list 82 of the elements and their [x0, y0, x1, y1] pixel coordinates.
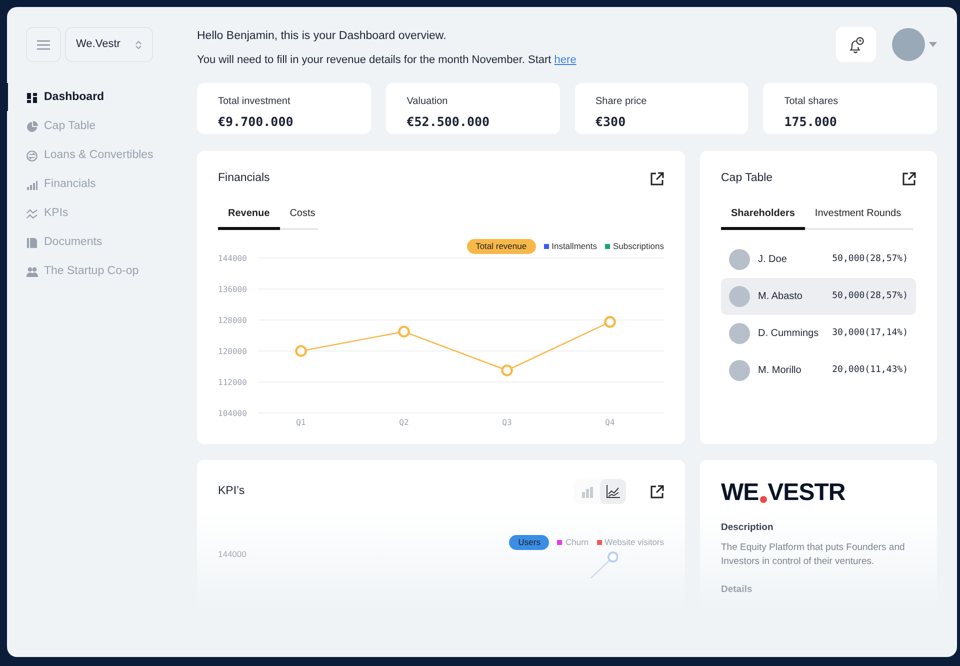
share-count: 50,000(28,57%)	[832, 290, 908, 303]
shareholder-name: M. Abasto	[758, 290, 802, 304]
stat-label: Total shares	[784, 95, 840, 109]
shareholder-row[interactable]: M. Morillo 20,000(11,43%)	[721, 352, 916, 390]
menu-button[interactable]	[26, 27, 61, 62]
card-title: Cap Table	[721, 171, 773, 186]
document-icon	[26, 236, 38, 248]
avatar	[729, 323, 750, 344]
stat-value: 175.000	[784, 113, 838, 131]
faded-line-drawing	[588, 550, 618, 581]
y-axis-label: 128000	[218, 316, 247, 325]
stat-value: €9.700.000	[218, 113, 294, 131]
here-link[interactable]: here	[554, 54, 576, 66]
description-text: The Equity Platform that puts Founders and Investors in control of their ventures.	[721, 541, 906, 570]
y-axis-label: 144000	[218, 548, 246, 560]
greeting-text: Hello Benjamin, this is your Dashboard overview.	[197, 29, 448, 44]
x-axis-label: Q2	[399, 418, 409, 427]
tab[interactable]: Revenue	[218, 206, 280, 230]
data-point[interactable]	[501, 364, 513, 376]
stat-label: Valuation	[406, 95, 449, 109]
external-link-icon	[650, 484, 664, 498]
x-axis-label: Q3	[502, 418, 512, 427]
x-axis-label: Q1	[296, 418, 306, 427]
section-heading: Details	[721, 583, 754, 598]
shareholder-row[interactable]: D. Cummings 30,000(17,14%)	[721, 315, 916, 352]
people-icon	[26, 266, 38, 278]
share-count: 50,000(28,57%)	[832, 253, 908, 266]
legend-item[interactable]: Subscriptions	[604, 240, 664, 253]
shareholder-row[interactable]: J. Doe 50,000(28,57%)	[721, 241, 916, 278]
chart-view-button[interactable]	[600, 479, 626, 504]
line-chart-icon	[606, 485, 620, 498]
avatar[interactable]	[892, 28, 925, 61]
card-title: KPI’s	[218, 484, 245, 499]
signal-bars-icon	[26, 178, 38, 190]
shareholder-name: M. Morillo	[758, 364, 802, 378]
stat-label: Share price	[596, 95, 648, 109]
legend-item[interactable]: Installments	[544, 240, 597, 253]
data-point[interactable]	[398, 326, 410, 338]
section-heading: Description	[721, 521, 774, 535]
bar-chart-icon	[580, 486, 594, 498]
shareholder-name: J. Doe	[758, 253, 787, 268]
menu-icon	[37, 40, 50, 50]
card-title: Financials	[218, 171, 270, 186]
shareholder-name: D. Cummings	[758, 327, 819, 342]
avatar	[729, 249, 750, 270]
cycle-icon	[26, 150, 38, 162]
external-link-icon	[650, 172, 664, 186]
external-link-icon	[902, 172, 916, 186]
expand-button[interactable]	[650, 172, 664, 186]
company-selector[interactable]: We.Vestr	[65, 27, 153, 62]
tab[interactable]: Shareholders	[721, 206, 805, 230]
tab[interactable]: Costs	[280, 206, 326, 230]
company-logo: WE VESTR	[721, 481, 846, 505]
y-axis-label: 120000	[218, 347, 247, 356]
y-axis-label: 112000	[218, 378, 247, 387]
y-axis-label: 136000	[218, 285, 247, 294]
x-axis-label: Q4	[605, 418, 615, 427]
expand-button[interactable]	[650, 484, 664, 498]
stat-value: €300	[596, 113, 627, 131]
notifications-button[interactable]	[836, 27, 876, 62]
expand-button[interactable]	[902, 172, 916, 186]
share-count: 20,000(11,43%)	[832, 364, 908, 377]
data-point[interactable]	[604, 316, 616, 328]
stat-label: Total investment	[218, 95, 292, 109]
notice-text: You will need to fill in your revenue details for the month November. Start here	[197, 53, 576, 68]
bell-clock-icon	[847, 36, 865, 54]
y-axis-label: 104000	[218, 409, 247, 418]
tab[interactable]: Investment Rounds	[804, 206, 912, 230]
y-axis-label: 144000	[218, 254, 247, 263]
share-count: 30,000(17,14%)	[832, 327, 908, 340]
zigzag-icon	[26, 208, 38, 220]
shareholder-row[interactable]: M. Abasto 50,000(28,57%)	[721, 278, 916, 316]
legend-pill[interactable]: Users	[509, 535, 550, 550]
stat-value: €52.500.000	[406, 113, 491, 131]
avatar	[729, 360, 750, 382]
grid-icon	[26, 92, 38, 104]
data-point[interactable]	[295, 345, 307, 357]
avatar	[729, 286, 750, 308]
chevron-updown-icon	[135, 40, 142, 50]
legend-pill[interactable]: Total revenue	[466, 239, 536, 254]
pie-chart-icon	[26, 120, 38, 132]
caret-icon[interactable]	[929, 42, 937, 47]
